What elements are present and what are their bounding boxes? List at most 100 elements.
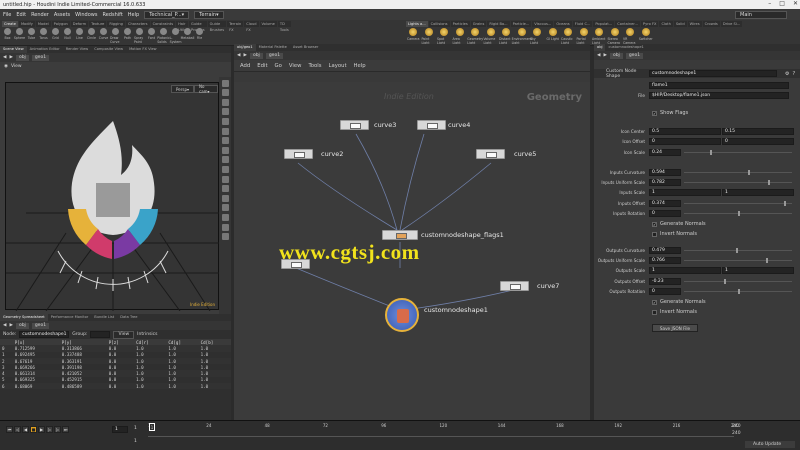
shelf-tab[interactable]: Model — [35, 21, 51, 27]
out-curv-slider[interactable] — [684, 247, 792, 253]
out-curv-field[interactable]: 0.479 — [649, 246, 681, 254]
shelf-tab[interactable]: Rigid Bo... — [487, 21, 510, 27]
slider-handle[interactable] — [710, 149, 712, 155]
play-icon[interactable]: ▶ — [38, 426, 45, 433]
pane-tab[interactable]: obj — [594, 44, 606, 51]
in-rot-slider[interactable] — [684, 210, 792, 216]
shelf-tool[interactable]: Curve — [98, 28, 109, 44]
out-offset-field[interactable]: -0.23 — [649, 277, 681, 285]
file-field[interactable]: $HIP/Desktop/flame1.json — [649, 91, 789, 99]
shelf-tool[interactable]: Null — [62, 28, 73, 44]
group-field[interactable] — [90, 331, 111, 338]
pane-tab[interactable]: customnodeshape1 — [605, 44, 646, 51]
background-icon[interactable] — [221, 204, 229, 212]
shelf-tab[interactable]: Cloud FX — [244, 21, 259, 32]
help-icon[interactable]: ? — [792, 71, 795, 77]
stop-icon[interactable]: ■ — [30, 426, 37, 433]
playhead[interactable]: 1 — [149, 423, 155, 431]
icon-scale-slider[interactable] — [684, 149, 792, 155]
in-uscale-field[interactable]: 0.782 — [649, 178, 681, 186]
shelf-tab[interactable]: Polygon — [51, 21, 70, 27]
back-icon[interactable]: ◀ — [237, 53, 240, 58]
out-scale-x[interactable]: 1 — [649, 266, 721, 274]
pane-tab[interactable]: obj/geo1 — [234, 44, 256, 51]
shelf-tab[interactable]: Oceans — [554, 21, 572, 27]
in-scale-y[interactable]: 1 — [722, 188, 794, 196]
in-inv-normals-checkbox[interactable] — [652, 231, 657, 237]
pane-tab[interactable]: Asset Browser — [290, 44, 322, 51]
shelf-tab[interactable]: Particles — [450, 21, 470, 27]
menu-help[interactable]: Help — [128, 12, 139, 18]
intrinsics-toggle[interactable]: Intrinsics — [137, 332, 157, 337]
shelf-tab[interactable]: Characters — [125, 21, 150, 27]
shelf-tool[interactable]: Caustic Light — [561, 28, 576, 45]
network-menu-item[interactable]: Add — [240, 63, 250, 69]
path-geo1[interactable]: geo1 — [625, 52, 644, 59]
shelf-tab[interactable]: Viscous... — [532, 21, 554, 27]
out-inv-normals-checkbox[interactable] — [652, 309, 657, 315]
shelf-tab[interactable]: Terrain FX — [227, 21, 244, 32]
camera-icon[interactable] — [221, 175, 229, 183]
end-frame-2[interactable]: 240 — [732, 431, 741, 436]
maximize-icon[interactable]: □ — [779, 0, 785, 7]
out-rot-field[interactable]: 0 — [649, 287, 681, 295]
in-curv-slider[interactable] — [684, 169, 792, 175]
shelf-tab[interactable]: Wires — [687, 21, 702, 27]
shelf-tab[interactable]: Fluid C... — [572, 21, 593, 27]
shelf-tool[interactable]: Portal Light — [577, 28, 592, 45]
shelf-tab[interactable]: Container... — [615, 21, 640, 27]
shelf-tool[interactable]: Volume Light — [484, 28, 499, 45]
icon-scale-field[interactable]: 0.24 — [649, 148, 681, 156]
persp-dropdown[interactable]: Persp▾ — [171, 85, 195, 93]
node-curve5[interactable] — [476, 149, 505, 159]
node-curve2[interactable] — [284, 149, 313, 159]
view-dropdown[interactable]: View — [113, 330, 135, 339]
forward-icon[interactable]: ▶ — [243, 53, 246, 58]
in-offset-field[interactable]: 0.374 — [649, 199, 681, 207]
cam-dropdown[interactable]: No cam▾ — [194, 84, 218, 94]
out-offset-slider[interactable] — [684, 278, 792, 284]
lock-icon[interactable] — [221, 98, 229, 106]
slider-handle[interactable] — [738, 210, 740, 216]
point-icon[interactable] — [221, 156, 229, 164]
back-icon[interactable]: ◀ — [597, 53, 600, 58]
path-geo1[interactable]: geo1 — [265, 52, 284, 59]
shelf-tool[interactable]: Area Light — [453, 28, 468, 45]
slider-handle[interactable] — [724, 278, 726, 284]
node-customnodeshape1[interactable] — [385, 298, 419, 332]
flipbook-icon[interactable] — [221, 223, 229, 231]
shelf-tool[interactable]: Camera — [406, 28, 421, 45]
shelf-tool[interactable]: Grid — [50, 28, 61, 44]
vis-icon[interactable] — [221, 185, 229, 193]
in-uscale-slider[interactable] — [684, 179, 792, 185]
menu-windows[interactable]: Windows — [75, 12, 97, 18]
step-forward-icon[interactable]: ▷ — [46, 426, 53, 433]
shelf-tab[interactable]: Lights a... — [406, 21, 428, 27]
forward-icon[interactable]: ▶ — [9, 323, 12, 328]
out-uscale-field[interactable]: 0.766 — [649, 256, 681, 264]
slider-handle[interactable] — [766, 257, 768, 263]
in-offset-slider[interactable] — [684, 200, 792, 206]
node-name-field[interactable]: customnodeshape1 — [649, 70, 777, 77]
in-rot-field[interactable]: 0 — [649, 209, 681, 217]
shelf-tab[interactable]: Particle... — [510, 21, 532, 27]
slider-handle[interactable] — [738, 288, 740, 294]
path-geo1[interactable]: geo1 — [31, 54, 50, 61]
pane-tab[interactable]: Motion FX View — [126, 46, 160, 53]
slider-handle[interactable] — [748, 169, 750, 175]
start-frame[interactable]: 1 — [134, 426, 137, 431]
node-curve3[interactable] — [340, 120, 369, 130]
shelf-tool[interactable]: Sky Light — [530, 28, 545, 45]
normal-icon[interactable] — [221, 165, 229, 173]
wire-icon[interactable] — [221, 117, 229, 125]
desktop-dropdown[interactable]: Technical_P... ▾ — [144, 10, 190, 19]
shelf-tool[interactable]: Geometry Light — [467, 28, 483, 45]
shelf-tool[interactable]: VR Camera — [623, 28, 638, 45]
close-icon[interactable]: ✕ — [793, 0, 798, 7]
icon-offset-x[interactable]: 0 — [649, 137, 721, 145]
in-scale-x[interactable]: 1 — [649, 188, 721, 196]
shelf-tab[interactable]: Texture — [89, 21, 107, 27]
shelf-tool[interactable]: GI Light — [546, 28, 561, 45]
out-gen-normals-checkbox[interactable]: ✓ — [652, 299, 657, 305]
in-gen-normals-checkbox[interactable]: ✓ — [652, 221, 657, 227]
